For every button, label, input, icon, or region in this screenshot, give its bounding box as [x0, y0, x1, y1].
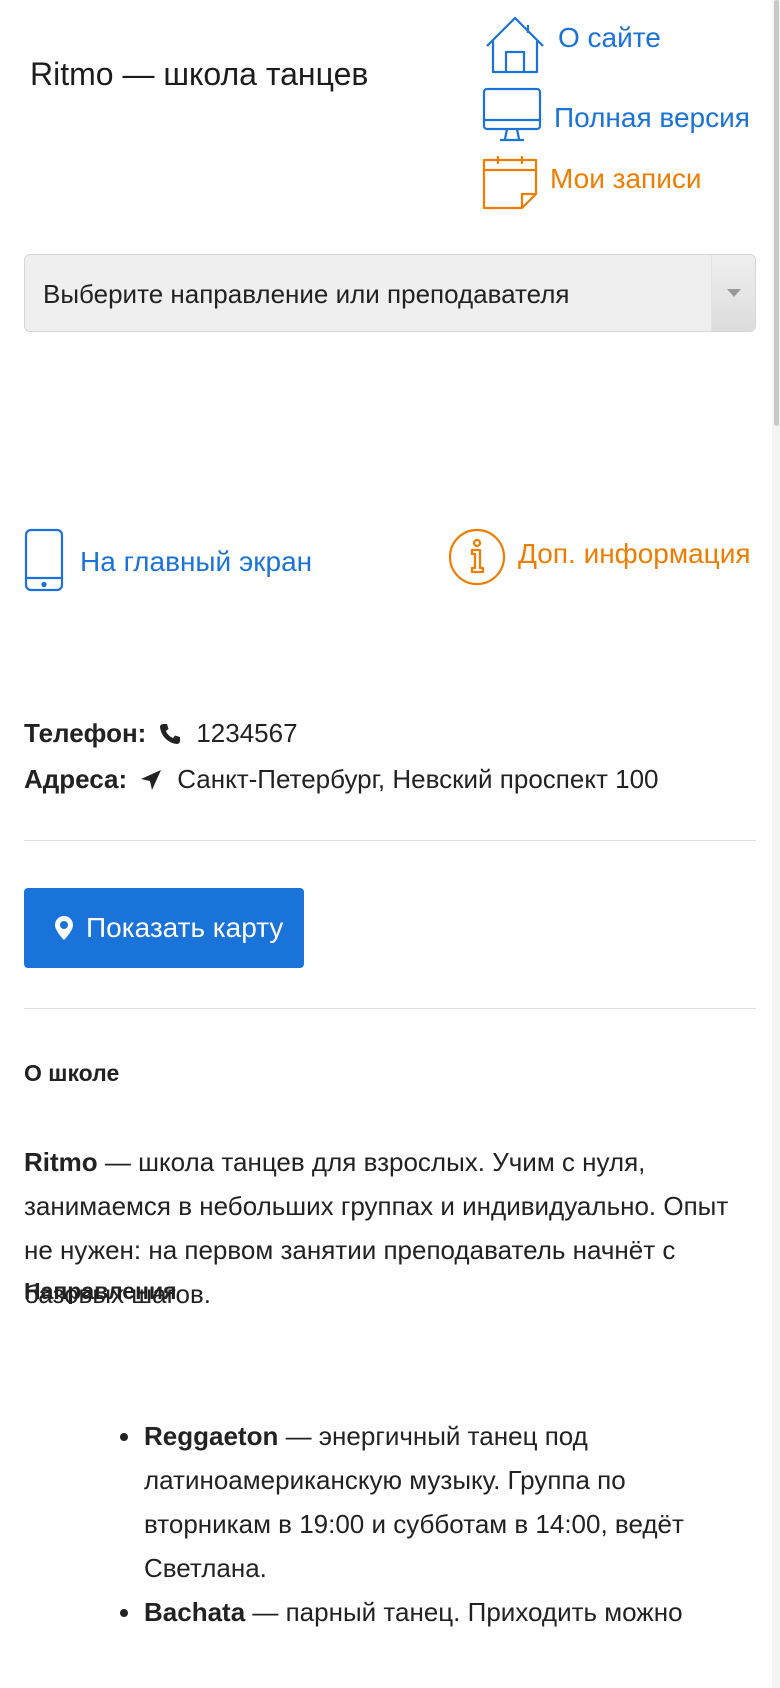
contact-address: Адреса: Санкт-Петербург, Невский проспек… — [24, 764, 659, 795]
full-version-label: Полная версия — [554, 102, 750, 133]
about-heading: О школе — [24, 1060, 120, 1086]
info-icon — [448, 528, 506, 586]
contact-phone: Телефон: 1234567 — [24, 718, 298, 749]
directions-list: Reggaeton — энергичный танец под латиноа… — [120, 1414, 754, 1634]
about-site-label: О сайте — [558, 22, 661, 53]
direction-teacher-select[interactable]: Выберите направление или преподавателя — [24, 254, 756, 332]
list-item: Bachata — парный танец. Приходить можно — [120, 1590, 754, 1634]
location-arrow-icon — [141, 769, 162, 790]
address-label: Адреса: — [24, 764, 128, 794]
show-map-button[interactable]: Показать карту — [24, 888, 304, 968]
home-screen-link[interactable]: На главный экран — [24, 528, 312, 592]
my-records-label: Мои записи — [550, 163, 702, 194]
chevron-down-icon[interactable] — [711, 255, 755, 331]
phone-label: Телефон: — [24, 718, 147, 748]
direction-description: — парный танец. Приходить можно — [245, 1597, 683, 1627]
home-icon — [486, 16, 544, 74]
phone-value[interactable]: 1234567 — [196, 718, 297, 749]
directions-heading: Направления — [24, 1278, 177, 1304]
page-title: Ritmo — школа танцев — [30, 56, 369, 92]
more-info-link[interactable]: Доп. информация — [448, 528, 751, 586]
smartphone-icon — [24, 528, 64, 592]
full-version-link[interactable]: Полная версия — [482, 86, 750, 144]
map-marker-icon — [55, 916, 73, 940]
about-site-link[interactable]: О сайте — [484, 14, 661, 76]
home-screen-label: На главный экран — [80, 546, 313, 577]
phone-icon — [160, 723, 181, 744]
list-item: Reggaeton — энергичный танец под латиноа… — [120, 1414, 754, 1590]
scrollbar-thumb[interactable] — [774, 0, 779, 426]
my-records-link[interactable]: Мои записи — [482, 154, 701, 210]
show-map-label: Показать карту — [86, 912, 284, 943]
divider — [24, 840, 756, 841]
divider — [24, 1008, 756, 1009]
direction-name: Bachata — [144, 1597, 246, 1627]
monitor-icon — [482, 87, 542, 142]
address-value: Санкт-Петербург, Невский проспект 100 — [177, 764, 659, 794]
select-placeholder: Выберите направление или преподавателя — [43, 279, 570, 309]
scrollbar-track[interactable] — [772, 0, 780, 1688]
about-brand: Ritmo — [24, 1147, 98, 1177]
calendar-icon — [482, 156, 538, 210]
more-info-label: Доп. информация — [518, 538, 751, 569]
direction-name: Reggaeton — [144, 1421, 279, 1451]
